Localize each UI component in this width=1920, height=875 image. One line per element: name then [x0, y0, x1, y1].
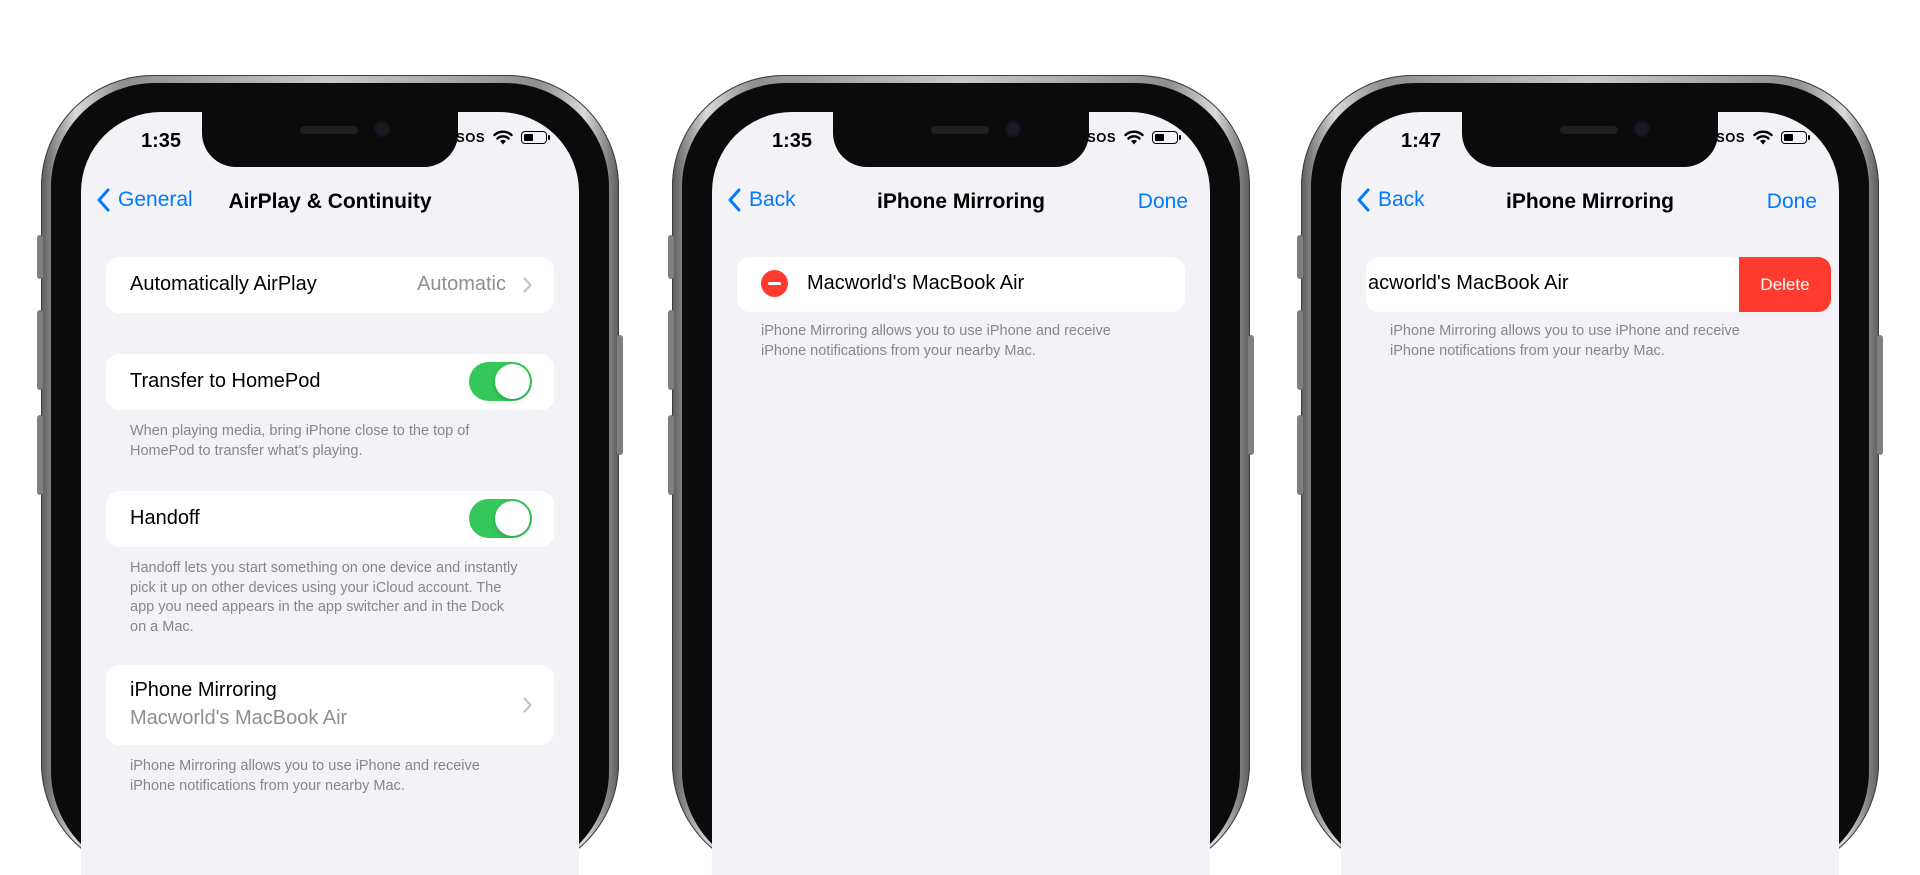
- done-button[interactable]: Done: [1138, 190, 1188, 214]
- side-button: [37, 310, 43, 390]
- status-time: 1:35: [141, 130, 182, 152]
- chevron-right-icon: [523, 277, 532, 293]
- bezel: 1:35 SOS General AirPlay & Continuity Au…: [51, 83, 609, 875]
- row-label: iPhone Mirroring: [130, 679, 277, 701]
- page-title: iPhone Mirroring: [1506, 190, 1674, 213]
- navigation-bar: General AirPlay & Continuity: [81, 182, 579, 222]
- wifi-icon: [1753, 130, 1773, 145]
- sos-indicator: SOS: [1716, 130, 1745, 145]
- status-icons: SOS: [1716, 130, 1810, 145]
- done-button[interactable]: Done: [1767, 190, 1817, 214]
- camera-icon: [376, 123, 388, 135]
- transfer-to-homepod-row: Transfer to HomePod: [106, 354, 554, 410]
- chevron-right-icon: [523, 697, 532, 713]
- side-button: [37, 235, 43, 279]
- device-row-swiped[interactable]: acworld's MacBook Air Delete: [1366, 257, 1831, 312]
- notch: [1462, 112, 1718, 167]
- status-icons: SOS: [1087, 130, 1181, 145]
- side-button: [617, 335, 623, 455]
- battery-icon: [1152, 131, 1181, 144]
- speaker: [1560, 126, 1618, 134]
- notch: [202, 112, 458, 167]
- page-title: iPhone Mirroring: [877, 190, 1045, 213]
- side-button: [1248, 335, 1254, 455]
- remove-icon[interactable]: [761, 270, 788, 297]
- sos-indicator: SOS: [1087, 130, 1116, 145]
- side-button: [1297, 415, 1303, 495]
- row-subtitle: Macworld's MacBook Air: [130, 707, 348, 729]
- row-label: Transfer to HomePod: [130, 370, 321, 392]
- screen: 1:47 SOS Back iPhone Mirroring Done acwo…: [1341, 112, 1839, 875]
- navigation-bar: Back iPhone Mirroring Done: [712, 182, 1210, 222]
- transfer-to-homepod-footer: When playing media, bring iPhone close t…: [130, 423, 470, 459]
- row-label: Handoff: [130, 507, 200, 529]
- row-value: Automatic: [417, 273, 506, 295]
- wifi-icon: [493, 130, 513, 145]
- status-time: 1:47: [1401, 130, 1442, 152]
- camera-icon: [1636, 123, 1648, 135]
- speaker: [931, 126, 989, 134]
- delete-button[interactable]: Delete: [1739, 257, 1831, 312]
- battery-icon: [521, 131, 550, 144]
- phone-frame-1: 1:35 SOS General AirPlay & Continuity Au…: [37, 75, 623, 875]
- battery-icon: [1781, 131, 1810, 144]
- side-button: [668, 415, 674, 495]
- screen: 1:35 SOS Back iPhone Mirroring Done Macw…: [712, 112, 1210, 875]
- phone-frame-3: 1:47 SOS Back iPhone Mirroring Done acwo…: [1297, 75, 1883, 875]
- side-button: [37, 415, 43, 495]
- side-button: [1297, 235, 1303, 279]
- iphone-mirroring-footer: iPhone Mirroring allows you to use iPhon…: [130, 758, 480, 794]
- page-title: AirPlay & Continuity: [228, 190, 432, 213]
- side-button: [1297, 310, 1303, 390]
- sos-indicator: SOS: [456, 130, 485, 145]
- side-button: [1877, 335, 1883, 455]
- iphone-mirroring-footer: iPhone Mirroring allows you to use iPhon…: [761, 323, 1111, 359]
- side-button: [668, 310, 674, 390]
- handoff-footer: Handoff lets you start something on one …: [130, 560, 518, 635]
- screen: 1:35 SOS General AirPlay & Continuity Au…: [81, 112, 579, 875]
- iphone-mirroring-row[interactable]: iPhone Mirroring Macworld's MacBook Air: [106, 665, 554, 745]
- transfer-to-homepod-toggle[interactable]: [469, 362, 532, 401]
- iphone-mirroring-footer: iPhone Mirroring allows you to use iPhon…: [1390, 323, 1740, 359]
- handoff-toggle[interactable]: [469, 499, 532, 538]
- notch: [833, 112, 1089, 167]
- bezel: 1:35 SOS Back iPhone Mirroring Done Macw…: [682, 83, 1240, 875]
- device-row: Macworld's MacBook Air: [737, 257, 1185, 312]
- row-label: Automatically AirPlay: [130, 273, 317, 295]
- speaker: [300, 126, 358, 134]
- status-icons: SOS: [456, 130, 550, 145]
- camera-icon: [1007, 123, 1019, 135]
- bezel: 1:47 SOS Back iPhone Mirroring Done acwo…: [1311, 83, 1869, 875]
- wifi-icon: [1124, 130, 1144, 145]
- navigation-bar: Back iPhone Mirroring Done: [1341, 182, 1839, 222]
- automatically-airplay-row[interactable]: Automatically AirPlay Automatic: [106, 257, 554, 313]
- phone-frame-2: 1:35 SOS Back iPhone Mirroring Done Macw…: [668, 75, 1254, 875]
- handoff-row: Handoff: [106, 491, 554, 547]
- side-button: [668, 235, 674, 279]
- device-label: acworld's MacBook Air: [1368, 272, 1569, 294]
- status-time: 1:35: [772, 130, 813, 152]
- device-label: Macworld's MacBook Air: [807, 272, 1025, 294]
